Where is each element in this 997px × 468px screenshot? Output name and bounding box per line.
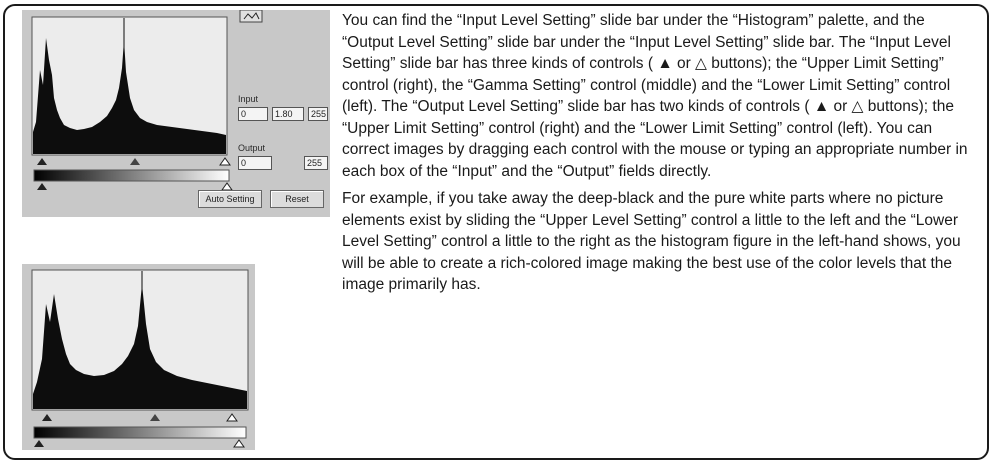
output-gradient-bar <box>33 426 247 439</box>
reset-button[interactable]: Reset <box>270 190 324 208</box>
adjusted-histogram-graphics <box>31 269 249 448</box>
output-lower-control <box>34 440 44 447</box>
output-label: Output <box>238 143 266 153</box>
level-setting-panel: Input 0 1.80 255 Output 0 255 Auto Setti… <box>22 9 330 217</box>
paragraph-example: For example, if you take away the deep-b… <box>342 190 961 293</box>
input-upper-field[interactable]: 255 <box>308 107 328 121</box>
input-lower-field[interactable]: 0 <box>238 107 268 121</box>
input-gamma-control <box>150 414 160 421</box>
paragraph-level-setting: You can find the “Input Level Setting” s… <box>342 12 968 180</box>
output-upper-control <box>221 182 233 191</box>
input-lower-control <box>42 414 52 421</box>
input-gamma-control <box>130 158 140 165</box>
output-lower-field[interactable]: 0 <box>238 156 272 170</box>
adjusted-histogram-panel <box>22 264 255 450</box>
output-lower-control <box>37 183 47 190</box>
input-upper-control <box>226 413 238 422</box>
input-lower-control <box>37 158 47 165</box>
input-upper-control <box>219 157 231 166</box>
input-label: Input <box>238 94 259 104</box>
auto-setting-button[interactable]: Auto Setting <box>198 190 262 208</box>
input-gamma-field[interactable]: 1.80 <box>272 107 304 121</box>
instruction-text: You can find the “Input Level Setting” s… <box>342 10 978 302</box>
output-gradient-bar <box>33 169 230 182</box>
output-upper-field[interactable]: 255 <box>304 156 328 170</box>
output-upper-control <box>233 439 245 448</box>
